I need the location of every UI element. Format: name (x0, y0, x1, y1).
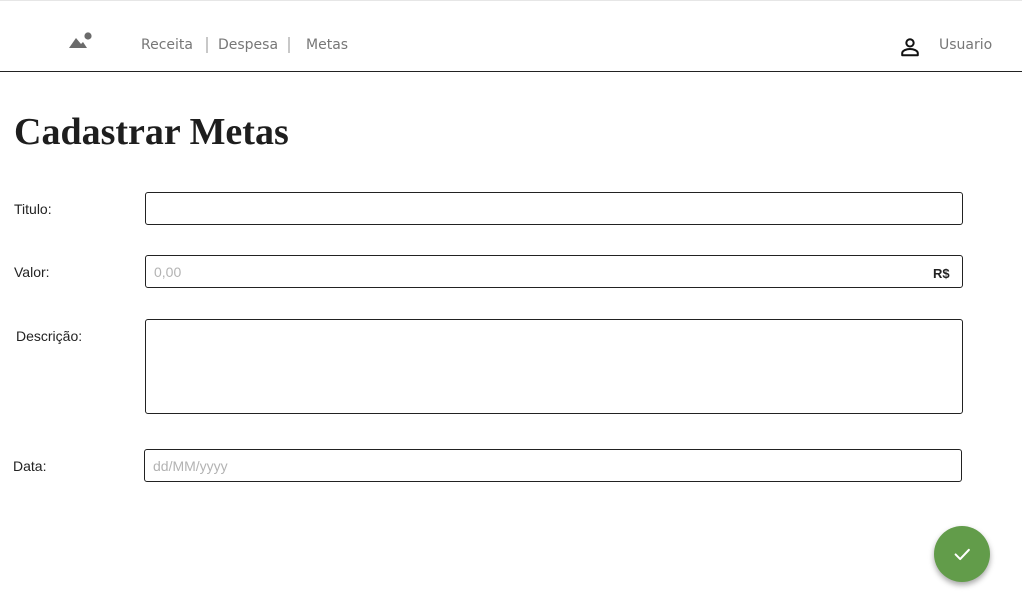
nav-divider (205, 37, 208, 53)
main-nav: Receita Despesa Metas (141, 37, 348, 53)
descricao-label: Descrição: (16, 328, 83, 344)
titulo-input[interactable] (145, 192, 963, 225)
check-icon (954, 548, 970, 561)
navbar: Receita Despesa Metas Usuario (0, 1, 1022, 72)
valor-label: Valor: (14, 264, 50, 280)
valor-input[interactable] (145, 255, 963, 288)
data-label: Data: (13, 458, 47, 474)
user-menu-label[interactable]: Usuario (939, 37, 992, 53)
nav-link-despesa[interactable]: Despesa (218, 37, 278, 53)
descricao-textarea[interactable] (145, 319, 963, 414)
titulo-label: Titulo: (14, 201, 52, 217)
nav-link-receita[interactable]: Receita (141, 37, 193, 53)
page-title: Cadastrar Metas (14, 111, 289, 153)
submit-button[interactable] (934, 526, 990, 582)
nav-divider (288, 37, 291, 53)
landscape-icon[interactable] (68, 31, 94, 51)
data-input[interactable] (144, 449, 962, 482)
nav-link-metas[interactable]: Metas (306, 37, 348, 53)
person-icon[interactable] (899, 36, 921, 58)
currency-suffix: R$ (933, 266, 950, 281)
